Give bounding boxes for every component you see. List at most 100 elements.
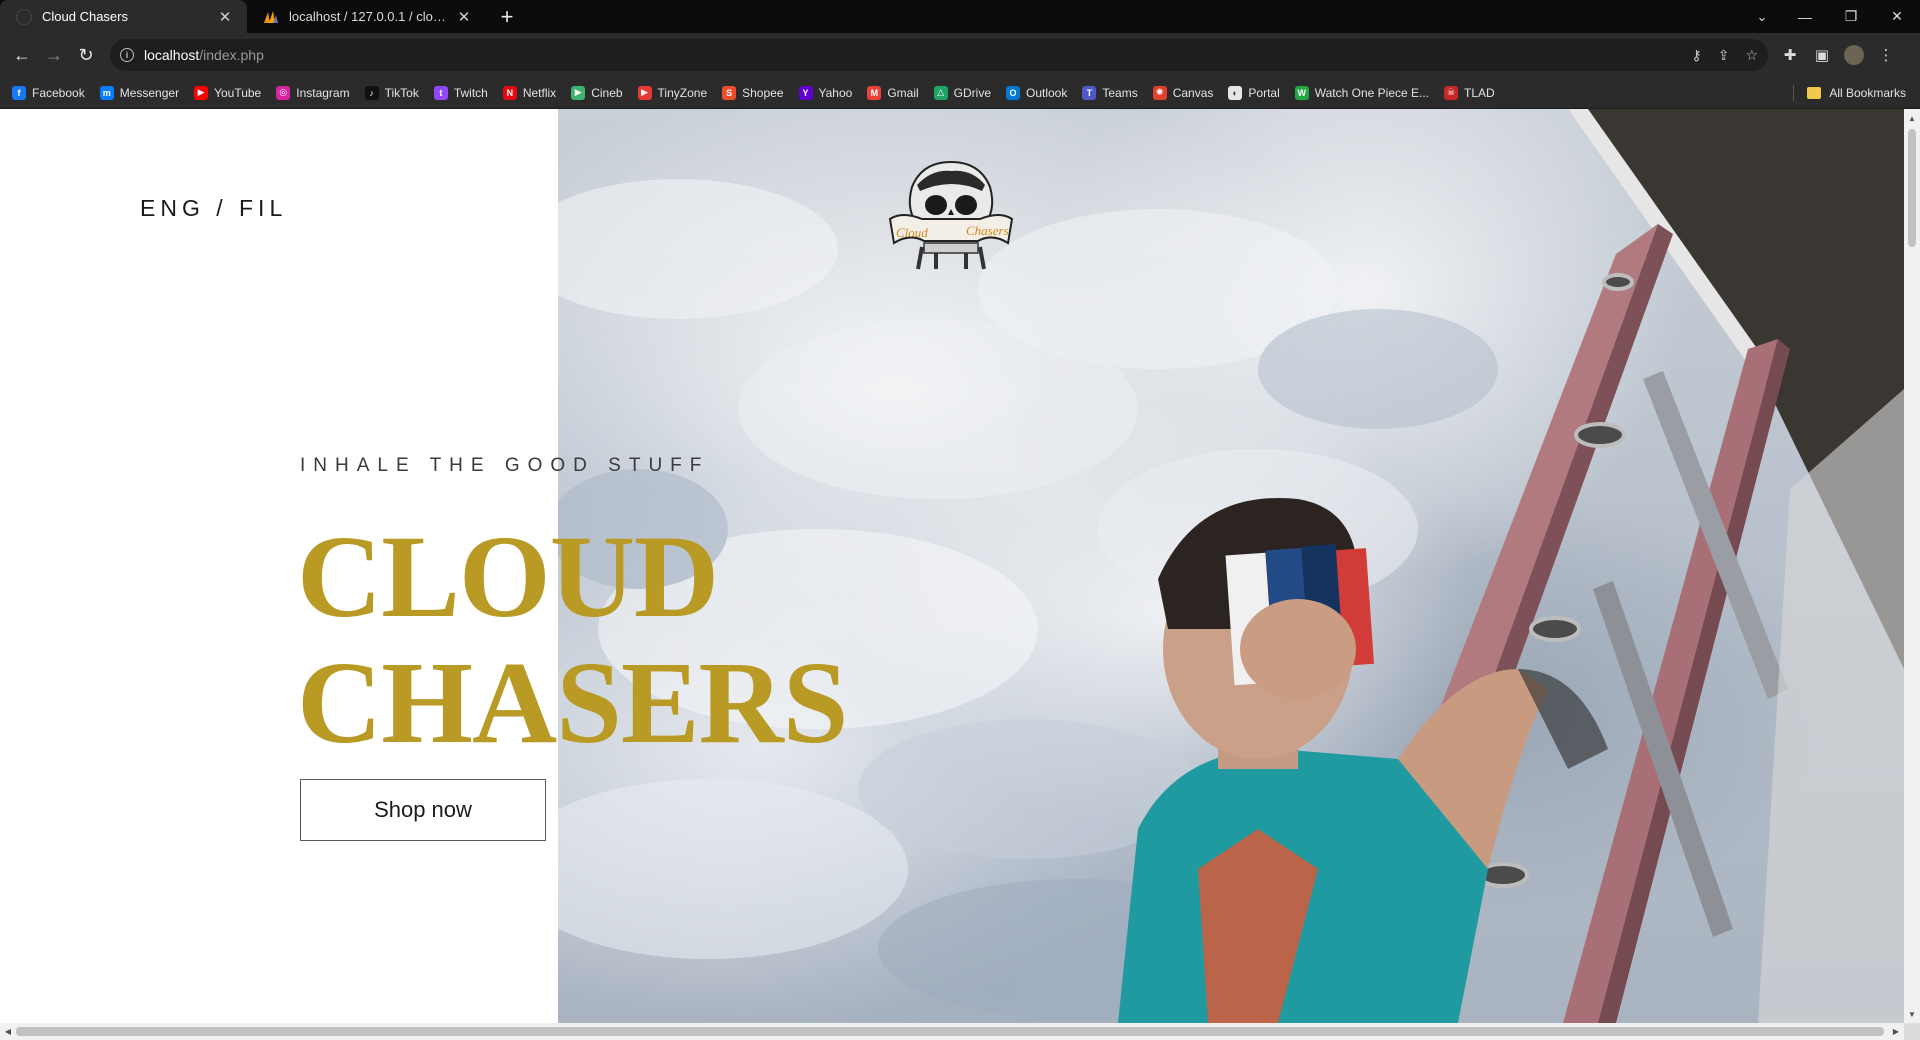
bookmark-item[interactable]: m Messenger <box>99 85 179 100</box>
bookmark-favicon-icon: f <box>12 85 26 100</box>
bookmark-item[interactable]: ◎ Instagram <box>276 85 350 100</box>
vertical-scroll-thumb[interactable] <box>1908 129 1916 247</box>
bookmark-favicon-icon: △ <box>933 85 948 100</box>
extensions-puzzle-icon[interactable]: ✚ <box>1774 39 1806 71</box>
bookmark-item[interactable]: M Gmail <box>867 85 919 100</box>
bookmark-item[interactable]: O Outlook <box>1006 85 1068 100</box>
bookmark-favicon-icon: O <box>1006 85 1020 100</box>
new-tab-button[interactable]: + <box>492 0 522 33</box>
bookmark-label: TikTok <box>384 85 419 100</box>
bookmark-item[interactable]: ♪ TikTok <box>364 85 419 100</box>
browser-tab-bar: Cloud Chasers ✕ localhost / 127.0.0.1 / … <box>0 0 1920 33</box>
menu-kebab-icon[interactable]: ⋮ <box>1870 39 1902 71</box>
all-bookmarks-button[interactable]: All Bookmarks <box>1807 77 1906 109</box>
bookmark-item[interactable]: T Teams <box>1082 85 1138 100</box>
hero-tagline: INHALE THE GOOD STUFF <box>300 455 710 476</box>
back-arrow-icon[interactable]: ← <box>6 39 38 71</box>
reload-icon[interactable]: ↻ <box>70 39 102 71</box>
headline-line-1: CLOUD <box>297 511 719 642</box>
page-viewport: ENG / FIL Cloud Chasers INHALE THE GOOD … <box>0 109 1904 1023</box>
url-path: /index.php <box>199 47 264 63</box>
bookmark-item[interactable]: N Netflix <box>502 85 557 100</box>
bookmark-label: Gmail <box>887 85 919 100</box>
bookmark-label: Outlook <box>1026 85 1068 100</box>
bookmark-item[interactable]: △ GDrive <box>933 85 991 100</box>
tab-cloud-chasers[interactable]: Cloud Chasers ✕ <box>0 0 247 33</box>
share-icon[interactable]: ⇪ <box>1718 47 1730 64</box>
bookmark-item[interactable]: Y Yahoo <box>798 85 853 100</box>
shop-now-button[interactable]: Shop now <box>300 779 546 841</box>
scroll-down-arrow-icon[interactable]: ▼ <box>1904 1007 1920 1021</box>
bookmark-favicon-icon: N <box>502 85 517 100</box>
password-key-icon[interactable]: ⚷ <box>1691 47 1701 64</box>
bookmark-favicon-icon: m <box>99 85 114 100</box>
bookmark-label: Cineb <box>591 85 623 100</box>
bookmark-item[interactable]: W Watch One Piece E... <box>1294 85 1430 100</box>
bookmark-item[interactable]: ◐ Portal <box>1228 85 1280 100</box>
vertical-scrollbar[interactable]: ▲ ▼ <box>1904 109 1920 1023</box>
hero-headline: CLOUD CHASERS <box>297 511 848 768</box>
forward-arrow-icon[interactable]: → <box>38 39 70 71</box>
bookmark-favicon-icon: t <box>433 85 448 100</box>
bookmark-favicon-icon: ◐ <box>1228 85 1243 100</box>
bookmark-label: Instagram <box>296 85 350 100</box>
profile-avatar[interactable] <box>1844 45 1864 65</box>
scroll-up-arrow-icon[interactable]: ▲ <box>1904 111 1920 125</box>
tab-search-chevron-icon[interactable]: ⌄ <box>1742 0 1782 33</box>
tab-phpmyadmin[interactable]: localhost / 127.0.0.1 / clouds / a ✕ <box>247 0 486 33</box>
bookmark-item[interactable]: ▶ Cineb <box>571 85 623 100</box>
bookmark-item[interactable]: ▶ YouTube <box>194 85 262 100</box>
bookmark-label: Yahoo <box>818 85 853 100</box>
bookmark-item[interactable]: f Facebook <box>12 85 85 100</box>
minimize-icon[interactable]: — <box>1782 0 1828 33</box>
horizontal-scroll-thumb[interactable] <box>16 1027 1884 1036</box>
logo-text-cloud: Cloud <box>896 225 928 240</box>
url-host: localhost <box>144 47 200 63</box>
bookmark-label: Teams <box>1102 85 1138 100</box>
close-tab-icon[interactable]: ✕ <box>456 8 472 26</box>
address-bar[interactable]: i localhost/index.php ⚷ ⇪ ☆ <box>110 39 1768 71</box>
bookmark-item[interactable]: ✺ Canvas <box>1152 85 1214 100</box>
browser-toolbar: ← → ↻ i localhost/index.php ⚷ ⇪ ☆ ✚ ▣ ⋮ <box>0 33 1920 77</box>
close-tab-icon[interactable]: ✕ <box>217 8 233 26</box>
headline-line-2: CHASERS <box>297 637 848 768</box>
bookmark-favicon-icon: ▶ <box>194 85 209 100</box>
side-panel-icon[interactable]: ▣ <box>1806 39 1838 71</box>
bookmark-label: TLAD <box>1464 85 1495 100</box>
scroll-left-arrow-icon[interactable]: ◀ <box>0 1023 16 1040</box>
bookmarks-separator <box>1793 85 1794 101</box>
cloud-chasers-skull-logo: Cloud Chasers <box>888 160 1014 270</box>
bookmark-label: YouTube <box>214 85 262 100</box>
bookmark-item[interactable]: ☠ TLAD <box>1444 85 1495 100</box>
phpmyadmin-favicon-icon <box>263 9 279 25</box>
bookmark-label: Twitch <box>453 85 488 100</box>
site-favicon-icon <box>16 8 32 25</box>
bookmark-label: TinyZone <box>657 85 708 100</box>
bookmark-favicon-icon: T <box>1082 85 1097 100</box>
bookmark-label: Shopee <box>742 85 784 100</box>
language-switch[interactable]: ENG / FIL <box>140 195 287 222</box>
bookmark-label: Canvas <box>1172 85 1214 100</box>
tab-title: localhost / 127.0.0.1 / clouds / a <box>289 9 448 24</box>
bookmark-item[interactable]: ▶ TinyZone <box>637 85 708 100</box>
bookmark-label: GDrive <box>953 85 991 100</box>
close-window-icon[interactable]: ✕ <box>1874 0 1920 33</box>
bookmark-item[interactable]: S Shopee <box>722 85 784 100</box>
site-info-icon[interactable]: i <box>120 48 134 62</box>
restore-icon[interactable]: ❐ <box>1828 0 1874 33</box>
bookmarks-bar: f Facebook m Messenger ▶ YouTube ◎ Instagram ♪ Ti… <box>0 77 1920 109</box>
bookmark-label: Watch One Piece E... <box>1314 85 1430 100</box>
bookmark-label: Netflix <box>522 85 557 100</box>
bookmark-favicon-icon: ▶ <box>571 85 586 100</box>
bookmark-star-icon[interactable]: ☆ <box>1745 47 1758 64</box>
bookmark-label: Facebook <box>32 85 85 100</box>
bookmark-favicon-icon: ▶ <box>637 85 652 100</box>
all-bookmarks-label: All Bookmarks <box>1829 86 1906 100</box>
bookmark-favicon-icon: ☠ <box>1444 85 1459 100</box>
bookmark-favicon-icon: ♪ <box>364 85 379 100</box>
horizontal-scrollbar[interactable]: ◀ ▶ <box>0 1023 1904 1040</box>
scroll-right-arrow-icon[interactable]: ▶ <box>1888 1023 1904 1040</box>
folder-icon <box>1807 87 1822 99</box>
bookmark-item[interactable]: t Twitch <box>433 85 488 100</box>
window-controls: — ❐ ✕ <box>1782 0 1920 33</box>
